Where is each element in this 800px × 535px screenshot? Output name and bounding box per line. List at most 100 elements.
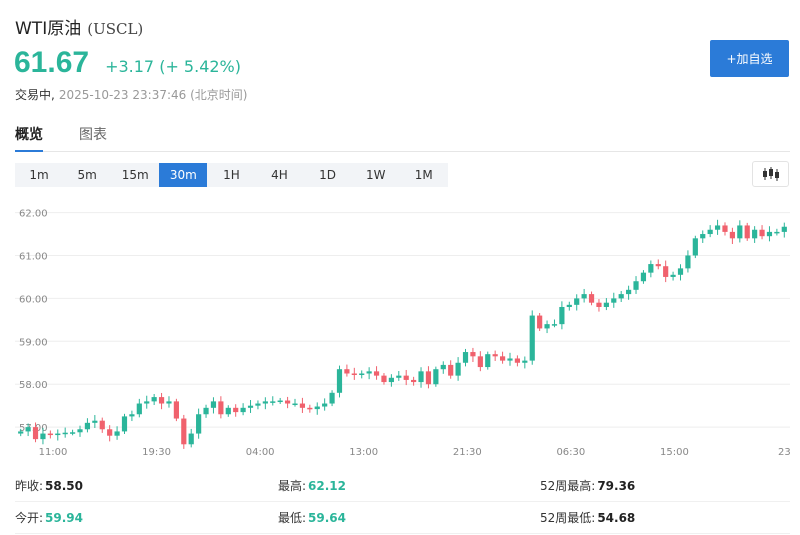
candle-body (603, 302, 609, 307)
candle-body (240, 407, 246, 413)
candle-body (314, 406, 320, 410)
candle-body (581, 294, 587, 299)
candle-body (218, 401, 224, 415)
candle-body (322, 403, 328, 407)
candle-body (455, 362, 461, 376)
candle-body (188, 433, 194, 445)
stat-prev-close: 昨收: 58.50 (15, 477, 278, 494)
candle-body (292, 403, 298, 406)
candle-body (700, 234, 706, 239)
stats-row: 昨收: 58.50 最高: 62.12 52周最高: 79.36 (15, 470, 790, 502)
candle-body (121, 416, 128, 432)
candle-body (307, 407, 313, 410)
stat-value: 54.68 (597, 510, 636, 525)
stat-open: 今开: 59.94 (15, 509, 278, 526)
chart-type-button[interactable] (752, 161, 789, 187)
stat-label: 最低: (278, 511, 307, 525)
candle-body (544, 324, 550, 329)
candle-body (462, 352, 469, 363)
candle-body (129, 414, 135, 417)
candle-body (677, 268, 684, 275)
candle-body (729, 231, 735, 239)
x-tick-label: 04:00 (246, 447, 275, 458)
candle-body (25, 427, 31, 432)
last-price: 61.67 (14, 46, 90, 79)
candle-body (626, 289, 632, 295)
candle-body (492, 354, 498, 357)
candle-body (203, 407, 209, 415)
candle-body (433, 369, 439, 385)
interval-selector: 1m 5m 15m 30m 1H 4H 1D 1W 1M (15, 163, 448, 187)
x-tick-label: 23:3 (778, 447, 790, 458)
candle-body (92, 420, 98, 423)
candle-body (40, 433, 46, 440)
interval-1m[interactable]: 1m (15, 163, 63, 187)
candle-body (537, 315, 543, 329)
candle-body (144, 401, 150, 404)
candle-body (640, 272, 647, 282)
interval-30m[interactable]: 30m (159, 163, 208, 187)
candle-body (737, 225, 743, 239)
stat-label: 今开: (15, 511, 44, 525)
y-tick-label: 62.00 (19, 209, 48, 220)
candle-body (403, 375, 409, 380)
interval-1h[interactable]: 1H (207, 163, 255, 187)
candle-body (225, 407, 231, 415)
candle-body (277, 400, 283, 403)
interval-15m[interactable]: 15m (111, 163, 159, 187)
candle-body (299, 403, 306, 408)
candle-body (714, 225, 721, 230)
stat-value: 58.50 (45, 478, 84, 493)
trading-state: 交易中, (15, 88, 55, 102)
candle-body (499, 356, 506, 361)
stats-row: 今开: 59.94 最低: 59.64 52周最低: 54.68 (15, 502, 790, 534)
candle-body (270, 401, 276, 403)
candle-body (366, 371, 372, 374)
x-tick-label: 11:00 (39, 447, 68, 458)
candle-body (255, 403, 261, 406)
candle-body (648, 264, 654, 273)
x-tick-label: 15:00 (660, 447, 689, 458)
candle-body (596, 302, 602, 307)
candle-body (425, 371, 432, 385)
add-to-watchlist-button[interactable]: +加自选 (710, 40, 789, 77)
candle-body (284, 400, 291, 404)
candle-body (32, 427, 39, 440)
candle-body (722, 225, 728, 232)
candle-body (485, 354, 491, 368)
candle-body (373, 371, 380, 376)
candle-body (744, 225, 750, 239)
candle-body (262, 401, 268, 404)
price-chart[interactable]: 57.0058.0059.0060.0061.0062.0011:0019:30… (15, 198, 790, 460)
interval-5m[interactable]: 5m (63, 163, 111, 187)
candle-body (99, 420, 105, 430)
interval-1w[interactable]: 1W (352, 163, 400, 187)
candle-body (551, 324, 558, 326)
candle-body (766, 231, 773, 237)
stat-value: 59.64 (308, 510, 347, 525)
candle-body (381, 375, 387, 383)
candle-body (752, 229, 758, 239)
y-tick-label: 61.00 (19, 251, 48, 262)
candle-body (418, 371, 424, 383)
x-tick-label: 13:00 (349, 447, 378, 458)
candle-body (47, 433, 53, 436)
candle-body (588, 294, 595, 303)
candle-body (351, 373, 357, 375)
x-tick-label: 06:30 (556, 447, 585, 458)
interval-1mo[interactable]: 1M (400, 163, 448, 187)
interval-1d[interactable]: 1D (304, 163, 352, 187)
stat-52w-high: 52周最高: 79.36 (540, 477, 790, 494)
candle-body (70, 432, 76, 434)
stat-label: 最高: (278, 479, 307, 493)
candle-body (759, 229, 765, 237)
candle-body (336, 369, 343, 393)
interval-4h[interactable]: 4H (255, 163, 303, 187)
tab-overview[interactable]: 概览 (15, 124, 43, 152)
candle-body (411, 379, 417, 383)
candle-body (396, 375, 402, 378)
stat-52w-low: 52周最低: 54.68 (540, 509, 790, 526)
candlestick-icon (762, 167, 779, 181)
candle-body (77, 429, 83, 433)
tab-chart[interactable]: 图表 (79, 124, 107, 152)
